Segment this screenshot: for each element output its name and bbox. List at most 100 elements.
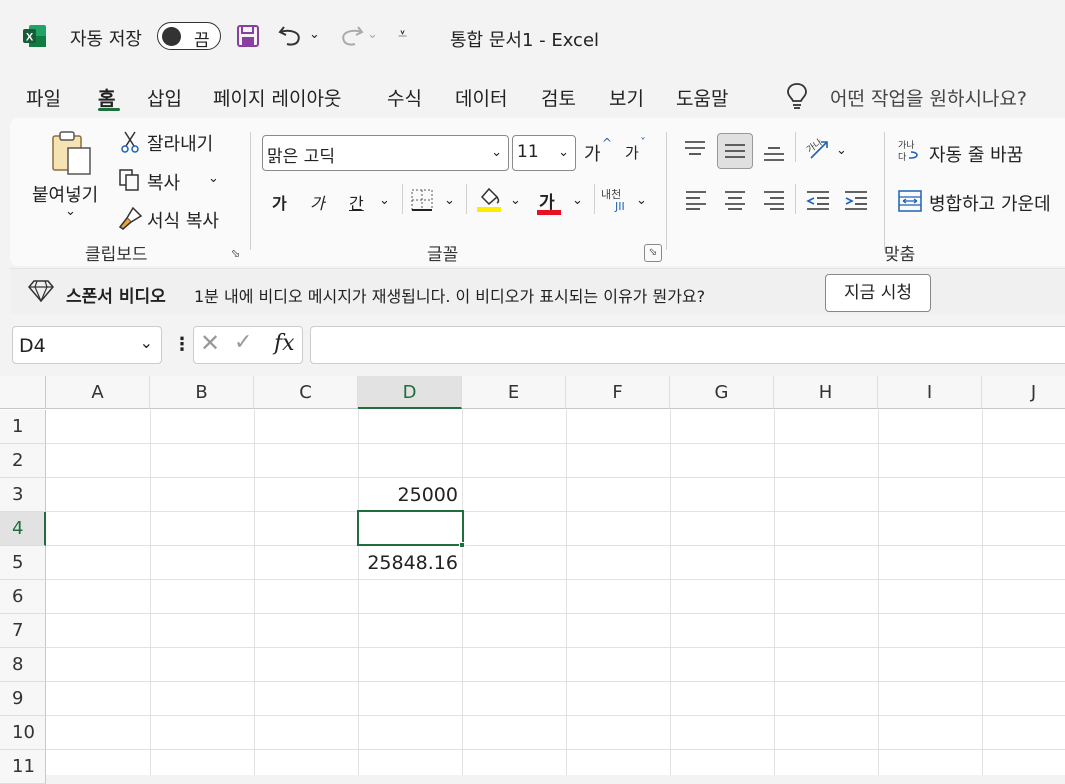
align-middle-button[interactable]: [717, 133, 753, 169]
paste-dropdown-icon[interactable]: ⌄: [65, 204, 76, 219]
tab-review[interactable]: 검토: [541, 84, 576, 111]
borders-icon[interactable]: [410, 188, 434, 212]
row-header-6[interactable]: 6: [0, 580, 46, 614]
column-header-e[interactable]: E: [462, 376, 566, 409]
copy-icon[interactable]: [118, 168, 140, 192]
cut-button[interactable]: 잘라내기: [147, 130, 213, 156]
align-right-icon[interactable]: [762, 190, 786, 210]
undo-icon[interactable]: [278, 23, 306, 49]
autosave-toggle[interactable]: 끔: [157, 22, 221, 51]
svg-text:X: X: [26, 32, 34, 44]
cancel-icon[interactable]: ✕: [200, 329, 220, 357]
column-header-h[interactable]: H: [774, 376, 878, 409]
cut-icon[interactable]: [120, 130, 140, 154]
customize-toolbar-icon[interactable]: ⩡: [398, 24, 407, 44]
gridline: [46, 715, 1065, 716]
orientation-icon[interactable]: 가나: [805, 136, 831, 162]
copy-button[interactable]: 복사: [147, 169, 180, 195]
merge-center-button[interactable]: 병합하고 가운데: [929, 190, 1051, 216]
enter-icon[interactable]: ✓: [234, 330, 252, 355]
row-header-1[interactable]: 1: [0, 410, 46, 444]
tab-help[interactable]: 도움말: [676, 84, 728, 111]
row-header-10[interactable]: 10: [0, 716, 46, 750]
excel-logo-icon: X: [23, 25, 46, 47]
row-header-4[interactable]: 4: [0, 512, 46, 546]
borders-dropdown-icon[interactable]: ⌄: [444, 193, 455, 208]
wrap-text-icon[interactable]: 가나 다: [897, 138, 923, 164]
decrease-indent-icon[interactable]: [805, 190, 831, 210]
group-separator: [795, 184, 796, 214]
fill-color-icon[interactable]: [476, 185, 502, 215]
gridline: [46, 545, 1065, 546]
row-header-5[interactable]: 5: [0, 546, 46, 580]
insert-function-icon[interactable]: fx: [274, 331, 295, 356]
paste-icon[interactable]: [50, 128, 94, 176]
format-painter-button[interactable]: 서식 복사: [147, 207, 219, 233]
selected-cell-d4[interactable]: [357, 510, 464, 546]
column-header-i[interactable]: I: [878, 376, 982, 409]
save-icon[interactable]: [236, 24, 260, 48]
tab-file[interactable]: 파일: [26, 84, 61, 111]
column-header-a[interactable]: A: [46, 376, 150, 409]
column-header-d[interactable]: D: [358, 376, 462, 409]
column-header-g[interactable]: G: [670, 376, 774, 409]
formula-input[interactable]: [310, 326, 1065, 364]
merge-center-icon[interactable]: [898, 190, 922, 212]
gridline: [46, 647, 1065, 648]
column-header-c[interactable]: C: [254, 376, 358, 409]
tab-view[interactable]: 보기: [609, 84, 644, 111]
more-options-icon[interactable]: ⋮: [173, 334, 191, 355]
orientation-dropdown-icon[interactable]: ⌄: [836, 143, 847, 158]
alignment-group-label: 맞춤: [884, 245, 916, 265]
cell-d3[interactable]: 25000: [358, 484, 458, 506]
phonetic-dropdown-icon[interactable]: ⌄: [636, 193, 647, 208]
clipboard-launcher-icon[interactable]: ⬂: [231, 247, 240, 260]
align-top-icon[interactable]: [683, 140, 707, 158]
gridline: [566, 410, 567, 775]
font-name-select[interactable]: 맑은 고딕 ⌄: [262, 135, 509, 171]
font-size-select[interactable]: 11 ⌄: [512, 135, 576, 171]
column-header-b[interactable]: B: [150, 376, 254, 409]
gridline: [150, 410, 151, 775]
column-header-j[interactable]: J: [982, 376, 1065, 409]
name-box[interactable]: D4 ⌄: [12, 326, 162, 364]
increase-indent-icon[interactable]: [843, 190, 869, 210]
bold-button[interactable]: 가: [272, 190, 287, 214]
gridline: [46, 579, 1065, 580]
row-header-7[interactable]: 7: [0, 614, 46, 648]
tab-insert[interactable]: 삽입: [147, 84, 182, 111]
row-header-8[interactable]: 8: [0, 648, 46, 682]
tab-home[interactable]: 홈: [98, 84, 115, 111]
grow-font-button[interactable]: 가: [584, 140, 601, 166]
tab-page-layout[interactable]: 페이지 레이아웃: [213, 84, 341, 111]
copy-dropdown-icon[interactable]: ⌄: [208, 171, 219, 186]
row-header-3[interactable]: 3: [0, 478, 46, 512]
align-left-icon[interactable]: [684, 190, 708, 210]
watch-now-button[interactable]: 지금 시청: [825, 274, 931, 312]
tell-me-search[interactable]: 어떤 작업을 원하시나요?: [830, 84, 1027, 111]
group-separator: [466, 184, 467, 214]
tab-data[interactable]: 데이터: [455, 84, 507, 111]
row-header-9[interactable]: 9: [0, 682, 46, 716]
undo-dropdown-icon[interactable]: ⌄: [309, 27, 320, 42]
chevron-down-icon[interactable]: ⌄: [140, 333, 153, 352]
fill-handle[interactable]: [459, 542, 465, 548]
select-all-corner[interactable]: [0, 376, 46, 409]
wrap-text-button[interactable]: 자동 줄 바꿈: [929, 141, 1023, 167]
cell-d5[interactable]: 25848.16: [358, 552, 458, 574]
align-bottom-icon[interactable]: [762, 146, 786, 164]
tab-formulas[interactable]: 수식: [387, 84, 422, 111]
svg-text:가나: 가나: [898, 140, 915, 151]
font-launcher-icon[interactable]: ⬂: [644, 244, 662, 262]
font-color-dropdown-icon[interactable]: ⌄: [572, 193, 583, 208]
row-header-11[interactable]: 11: [0, 750, 46, 784]
fill-color-dropdown-icon[interactable]: ⌄: [510, 193, 521, 208]
row-header-2[interactable]: 2: [0, 444, 46, 478]
shrink-font-button[interactable]: 가: [625, 142, 639, 163]
format-painter-icon[interactable]: [117, 206, 143, 230]
align-center-icon[interactable]: [723, 190, 747, 210]
underline-button[interactable]: 간: [349, 190, 364, 214]
italic-button[interactable]: 가: [310, 190, 325, 214]
column-header-f[interactable]: F: [566, 376, 670, 409]
underline-dropdown-icon[interactable]: ⌄: [379, 193, 390, 208]
